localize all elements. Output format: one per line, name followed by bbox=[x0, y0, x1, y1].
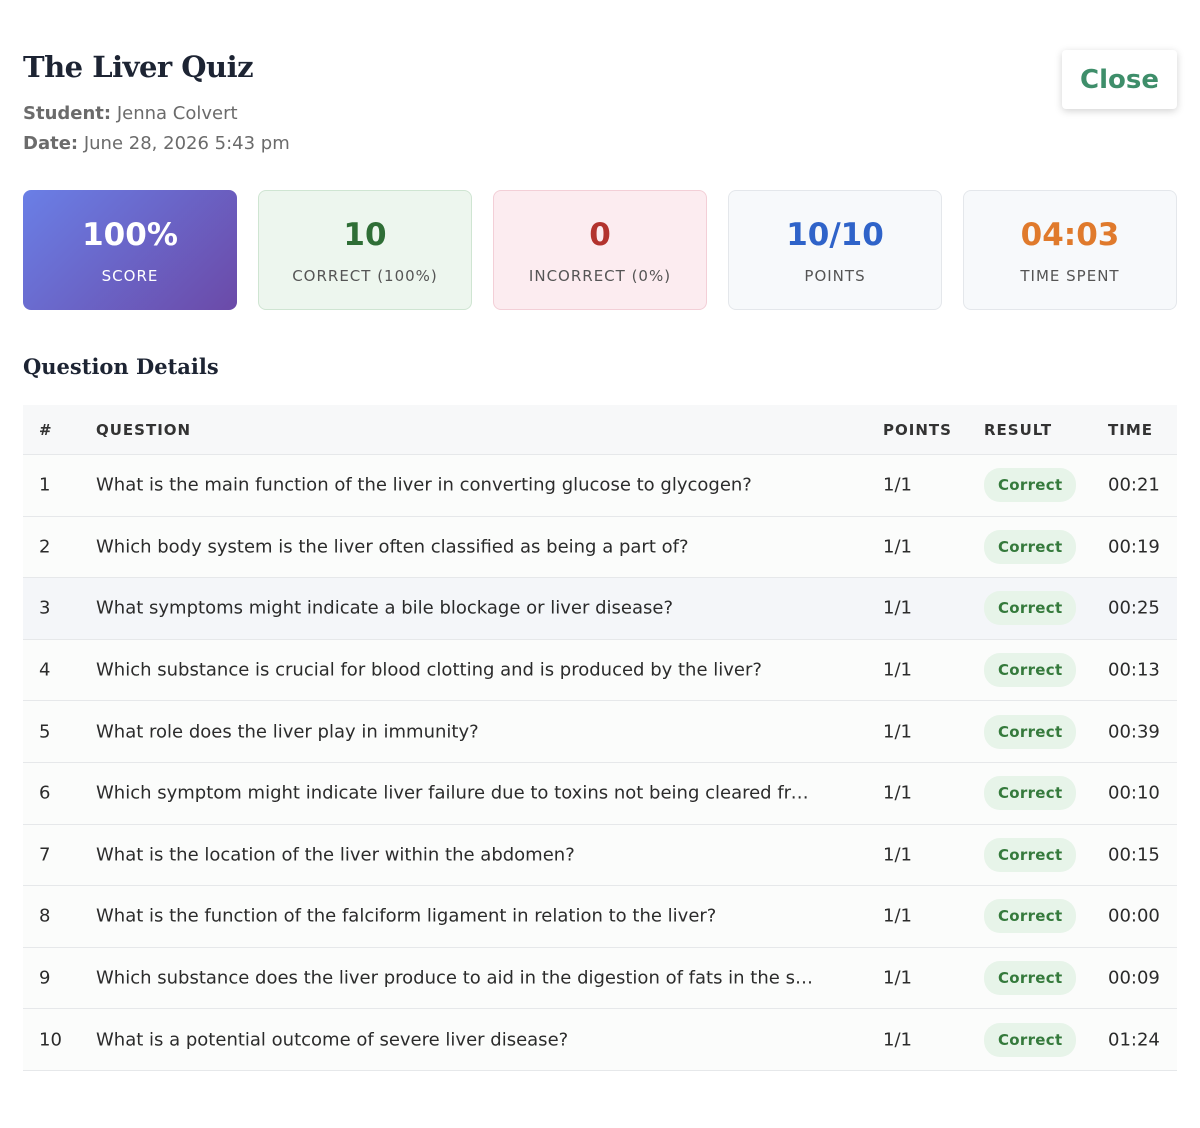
row-question: Which body system is the liver often cla… bbox=[96, 536, 689, 558]
score-card: 100% SCORE bbox=[23, 190, 237, 310]
row-number: 6 bbox=[39, 782, 51, 804]
correct-card: 10 CORRECT (100%) bbox=[258, 190, 472, 310]
row-question: What role does the liver play in immunit… bbox=[96, 721, 479, 743]
table-row: 7 What is the location of the liver with… bbox=[23, 824, 1177, 887]
row-number: 8 bbox=[39, 905, 51, 927]
table-row: 2 Which body system is the liver often c… bbox=[23, 516, 1177, 579]
table-row: 1 What is the main function of the liver… bbox=[23, 455, 1177, 517]
points-label: POINTS bbox=[804, 266, 866, 285]
correct-label: CORRECT (100%) bbox=[292, 266, 438, 285]
row-points: 1/1 bbox=[883, 659, 912, 681]
row-points: 1/1 bbox=[883, 474, 912, 496]
row-time: 00:39 bbox=[1108, 721, 1160, 743]
table-row: 6 Which symptom might indicate liver fai… bbox=[23, 762, 1177, 825]
row-points: 1/1 bbox=[883, 905, 912, 927]
time-label: TIME SPENT bbox=[1020, 266, 1120, 285]
score-label: SCORE bbox=[101, 266, 159, 285]
row-time: 01:24 bbox=[1108, 1029, 1160, 1051]
row-question: What is the function of the falciform li… bbox=[96, 905, 717, 927]
row-points: 1/1 bbox=[883, 597, 912, 619]
row-points: 1/1 bbox=[883, 1029, 912, 1051]
result-badge: Correct bbox=[984, 468, 1077, 503]
time-card: 04:03 TIME SPENT bbox=[963, 190, 1177, 310]
points-value: 10/10 bbox=[786, 216, 884, 253]
row-question: What is the main function of the liver i… bbox=[96, 474, 752, 496]
row-question: What is a potential outcome of severe li… bbox=[96, 1029, 569, 1051]
row-points: 1/1 bbox=[883, 844, 912, 866]
column-header-number: # bbox=[39, 421, 53, 439]
row-time: 00:15 bbox=[1108, 844, 1160, 866]
table-header: # QUESTION POINTS RESULT TIME bbox=[23, 405, 1177, 455]
row-time: 00:21 bbox=[1108, 474, 1160, 496]
stats-cards: 100% SCORE 10 CORRECT (100%) 0 INCORRECT… bbox=[23, 190, 1177, 310]
student-name: Jenna Colvert bbox=[116, 103, 238, 124]
result-badge: Correct bbox=[984, 529, 1077, 564]
question-table: # QUESTION POINTS RESULT TIME 1 What is … bbox=[23, 405, 1177, 1071]
close-button[interactable]: Close bbox=[1062, 50, 1177, 109]
date-value: June 28, 2026 5:43 pm bbox=[83, 133, 290, 154]
row-time: 00:10 bbox=[1108, 782, 1160, 804]
incorrect-value: 0 bbox=[589, 216, 611, 253]
column-header-time: TIME bbox=[1108, 421, 1153, 439]
table-row: 8 What is the function of the falciform … bbox=[23, 886, 1177, 948]
row-time: 00:25 bbox=[1108, 597, 1160, 619]
result-badge: Correct bbox=[984, 899, 1077, 934]
incorrect-label: INCORRECT (0%) bbox=[528, 266, 672, 285]
column-header-points: POINTS bbox=[883, 421, 952, 439]
row-points: 1/1 bbox=[883, 782, 912, 804]
result-badge: Correct bbox=[984, 837, 1077, 872]
section-title: Question Details bbox=[23, 354, 219, 379]
column-header-question: QUESTION bbox=[96, 421, 192, 439]
row-number: 7 bbox=[39, 844, 51, 866]
result-badge: Correct bbox=[984, 961, 1077, 996]
student-info: Student: Jenna Colvert bbox=[23, 103, 238, 124]
row-number: 4 bbox=[39, 659, 51, 681]
table-row: 5 What role does the liver play in immun… bbox=[23, 701, 1177, 763]
row-time: 00:19 bbox=[1108, 536, 1160, 558]
row-question: Which substance is crucial for blood clo… bbox=[96, 659, 762, 681]
result-badge: Correct bbox=[984, 714, 1077, 749]
result-badge: Correct bbox=[984, 591, 1077, 626]
row-number: 2 bbox=[39, 536, 51, 558]
points-card: 10/10 POINTS bbox=[728, 190, 942, 310]
date-label: Date: bbox=[23, 133, 79, 154]
row-number: 5 bbox=[39, 721, 51, 743]
row-time: 00:13 bbox=[1108, 659, 1160, 681]
row-question: What symptoms might indicate a bile bloc… bbox=[96, 597, 674, 619]
row-time: 00:00 bbox=[1108, 905, 1160, 927]
row-question: Which symptom might indicate liver failu… bbox=[96, 782, 816, 804]
row-number: 10 bbox=[39, 1029, 62, 1051]
date-info: Date: June 28, 2026 5:43 pm bbox=[23, 133, 290, 154]
table-row: 4 Which substance is crucial for blood c… bbox=[23, 639, 1177, 702]
result-badge: Correct bbox=[984, 653, 1077, 688]
column-header-result: RESULT bbox=[984, 421, 1053, 439]
correct-value: 10 bbox=[343, 216, 387, 253]
row-number: 9 bbox=[39, 967, 51, 989]
time-value: 04:03 bbox=[1020, 216, 1120, 253]
row-number: 3 bbox=[39, 597, 51, 619]
table-row: 9 Which substance does the liver produce… bbox=[23, 947, 1177, 1010]
score-value: 100% bbox=[82, 216, 178, 253]
student-label: Student: bbox=[23, 103, 112, 124]
row-question: Which substance does the liver produce t… bbox=[96, 967, 816, 989]
page-title: The Liver Quiz bbox=[23, 50, 254, 84]
row-points: 1/1 bbox=[883, 536, 912, 558]
row-points: 1/1 bbox=[883, 967, 912, 989]
row-question: What is the location of the liver within… bbox=[96, 844, 575, 866]
row-number: 1 bbox=[39, 474, 51, 496]
row-points: 1/1 bbox=[883, 721, 912, 743]
table-row: 10 What is a potential outcome of severe… bbox=[23, 1009, 1177, 1071]
table-row: 3 What symptoms might indicate a bile bl… bbox=[23, 578, 1177, 640]
row-time: 00:09 bbox=[1108, 967, 1160, 989]
incorrect-card: 0 INCORRECT (0%) bbox=[493, 190, 707, 310]
result-badge: Correct bbox=[984, 1022, 1077, 1057]
result-badge: Correct bbox=[984, 776, 1077, 811]
